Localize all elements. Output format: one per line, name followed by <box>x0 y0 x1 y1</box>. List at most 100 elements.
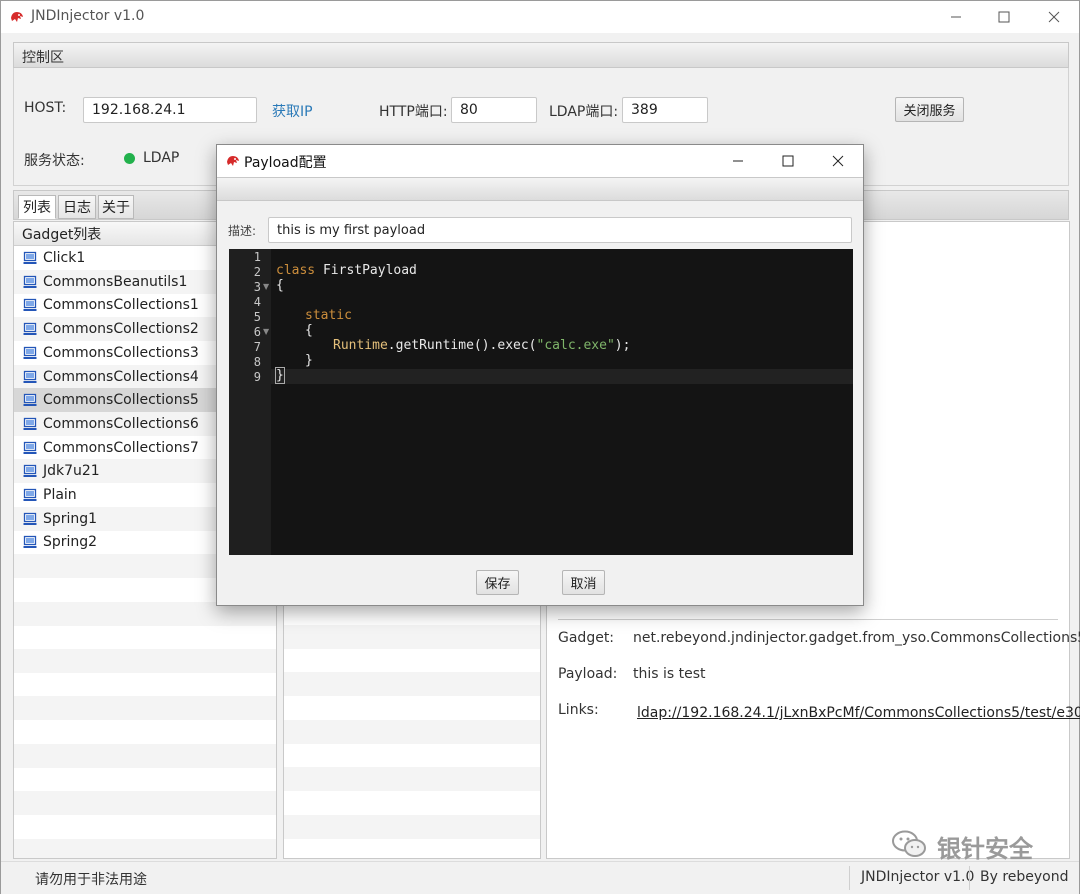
close-window-button[interactable] <box>1031 1 1077 33</box>
detail-divider <box>558 619 1058 620</box>
code-keyword: class <box>276 263 316 278</box>
cancel-button[interactable]: 取消 <box>562 570 605 595</box>
empty-list-row <box>284 696 540 720</box>
control-area-header: 控制区 <box>13 42 1069 68</box>
empty-list-row <box>14 625 276 649</box>
host-input[interactable]: 192.168.24.1 <box>83 97 257 123</box>
gadget-list-item-label: Click1 <box>43 250 86 266</box>
maximize-icon <box>998 11 1010 23</box>
empty-list-row <box>284 814 540 839</box>
links-detail-label: Links: <box>558 702 599 718</box>
code-class-name: FirstPayload <box>315 263 417 278</box>
get-ip-link[interactable]: 获取IP <box>272 101 313 121</box>
payload-detail-label: Payload: <box>558 666 618 682</box>
gadget-list-item-label: CommonsCollections2 <box>43 321 199 338</box>
tab-about[interactable]: 关于 <box>98 195 134 219</box>
status-author: By rebeyond <box>980 869 1069 885</box>
line-number-gutter: 1 2 3 4 5 6 7 8 9 ▼ ▼ <box>229 249 271 555</box>
empty-list-row <box>284 672 540 697</box>
gadget-list-item-label: CommonsCollections6 <box>43 415 199 432</box>
code-brace: } <box>305 353 313 368</box>
wechat-icon <box>892 830 926 857</box>
computer-icon <box>23 251 37 264</box>
code-brace: { <box>276 278 284 293</box>
payload-config-dialog: Payload配置 描述: this is my first payload 1… <box>216 144 864 606</box>
gadget-list-item-label: CommonsCollections7 <box>43 439 199 456</box>
code-string: "calc.exe" <box>536 338 615 353</box>
window-title: JNDInjector v1.0 <box>31 8 145 24</box>
status-version: JNDInjector v1.0 <box>861 869 975 885</box>
control-area-title: 控制区 <box>22 50 64 66</box>
empty-list-row <box>284 649 540 673</box>
service-status-label: 服务状态: <box>24 153 85 169</box>
close-icon <box>832 155 844 167</box>
gadget-list-item-label: Plain <box>43 487 77 503</box>
line-number: 8 <box>253 355 261 369</box>
close-icon <box>1048 11 1060 23</box>
tab-list[interactable]: 列表 <box>18 195 56 219</box>
dialog-title: Payload配置 <box>244 155 327 171</box>
minimize-button[interactable] <box>933 1 979 33</box>
ldap-port-label: LDAP端口: <box>549 104 619 120</box>
computer-icon <box>23 441 37 454</box>
gadget-list-item-label: CommonsCollections3 <box>43 344 199 361</box>
fold-arrow-icon[interactable]: ▼ <box>263 327 269 336</box>
code-brace: { <box>305 323 313 338</box>
gadget-list-item-label: Spring2 <box>43 534 98 551</box>
code-brace: } <box>275 367 285 384</box>
computer-icon <box>23 370 37 383</box>
status-bar: 请勿用于非法用途 JNDInjector v1.0 By rebeyond <box>1 861 1079 894</box>
dialog-logo-icon <box>227 156 239 166</box>
ldap-port-input[interactable]: 389 <box>622 97 708 123</box>
computer-icon <box>23 322 37 336</box>
app-logo-icon <box>11 12 23 22</box>
empty-list-row <box>14 791 276 816</box>
links-detail-value[interactable]: ldap://192.168.24.1/jLxnBxPcMf/CommonsCo… <box>637 705 1080 721</box>
line-number: 7 <box>253 340 261 354</box>
service-status-value: LDAP <box>143 150 180 166</box>
empty-list-row <box>284 719 540 744</box>
empty-list-row <box>14 673 276 697</box>
code-keyword: static <box>305 308 352 323</box>
empty-list-row <box>284 624 540 649</box>
gadget-list-item-label: Spring1 <box>43 510 98 527</box>
line-number: 6 <box>253 325 261 339</box>
watermark-text: 银针安全 <box>937 835 1033 863</box>
code-editor[interactable]: 1 2 3 4 5 6 7 8 9 ▼ ▼ class FirstPayload… <box>229 249 853 555</box>
computer-icon <box>23 394 37 407</box>
dialog-close-button[interactable] <box>815 145 861 177</box>
computer-icon <box>23 275 37 288</box>
payload-detail-value: this is test <box>633 666 706 682</box>
gadget-list-item-label: CommonsCollections5 <box>43 392 199 409</box>
close-service-button[interactable]: 关闭服务 <box>895 97 964 122</box>
gadget-detail-value: net.rebeyond.jndinjector.gadget.from_yso… <box>633 630 1080 646</box>
title-bar: JNDInjector v1.0 <box>1 1 1079 33</box>
desc-input[interactable]: this is my first payload <box>268 217 852 243</box>
gadget-list-item-label: CommonsCollections1 <box>43 297 199 314</box>
maximize-button[interactable] <box>981 1 1027 33</box>
computer-icon <box>23 299 37 312</box>
computer-icon <box>23 536 37 549</box>
gadget-detail-label: Gadget: <box>558 630 615 646</box>
empty-list-row <box>14 696 276 721</box>
empty-list-row <box>284 791 540 815</box>
gadget-list-item-label: Jdk7u21 <box>43 463 100 480</box>
dialog-maximize-button[interactable] <box>765 145 811 177</box>
tab-log[interactable]: 日志 <box>58 195 96 219</box>
status-warning-text: 请勿用于非法用途 <box>35 872 147 888</box>
computer-icon <box>23 488 37 501</box>
status-separator <box>849 866 850 890</box>
line-number: 5 <box>253 310 261 324</box>
empty-list-row <box>14 648 276 673</box>
minimize-icon <box>733 160 743 162</box>
maximize-icon <box>782 155 794 167</box>
gadget-list-item-label: CommonsCollections4 <box>43 368 199 385</box>
empty-list-row <box>14 720 276 744</box>
http-port-input[interactable]: 80 <box>451 97 537 123</box>
dialog-minimize-button[interactable] <box>715 145 761 177</box>
fold-arrow-icon[interactable]: ▼ <box>263 282 269 291</box>
empty-list-row <box>14 743 276 768</box>
status-separator-2 <box>969 866 970 890</box>
line-number: 4 <box>253 295 261 309</box>
save-button[interactable]: 保存 <box>476 570 519 595</box>
